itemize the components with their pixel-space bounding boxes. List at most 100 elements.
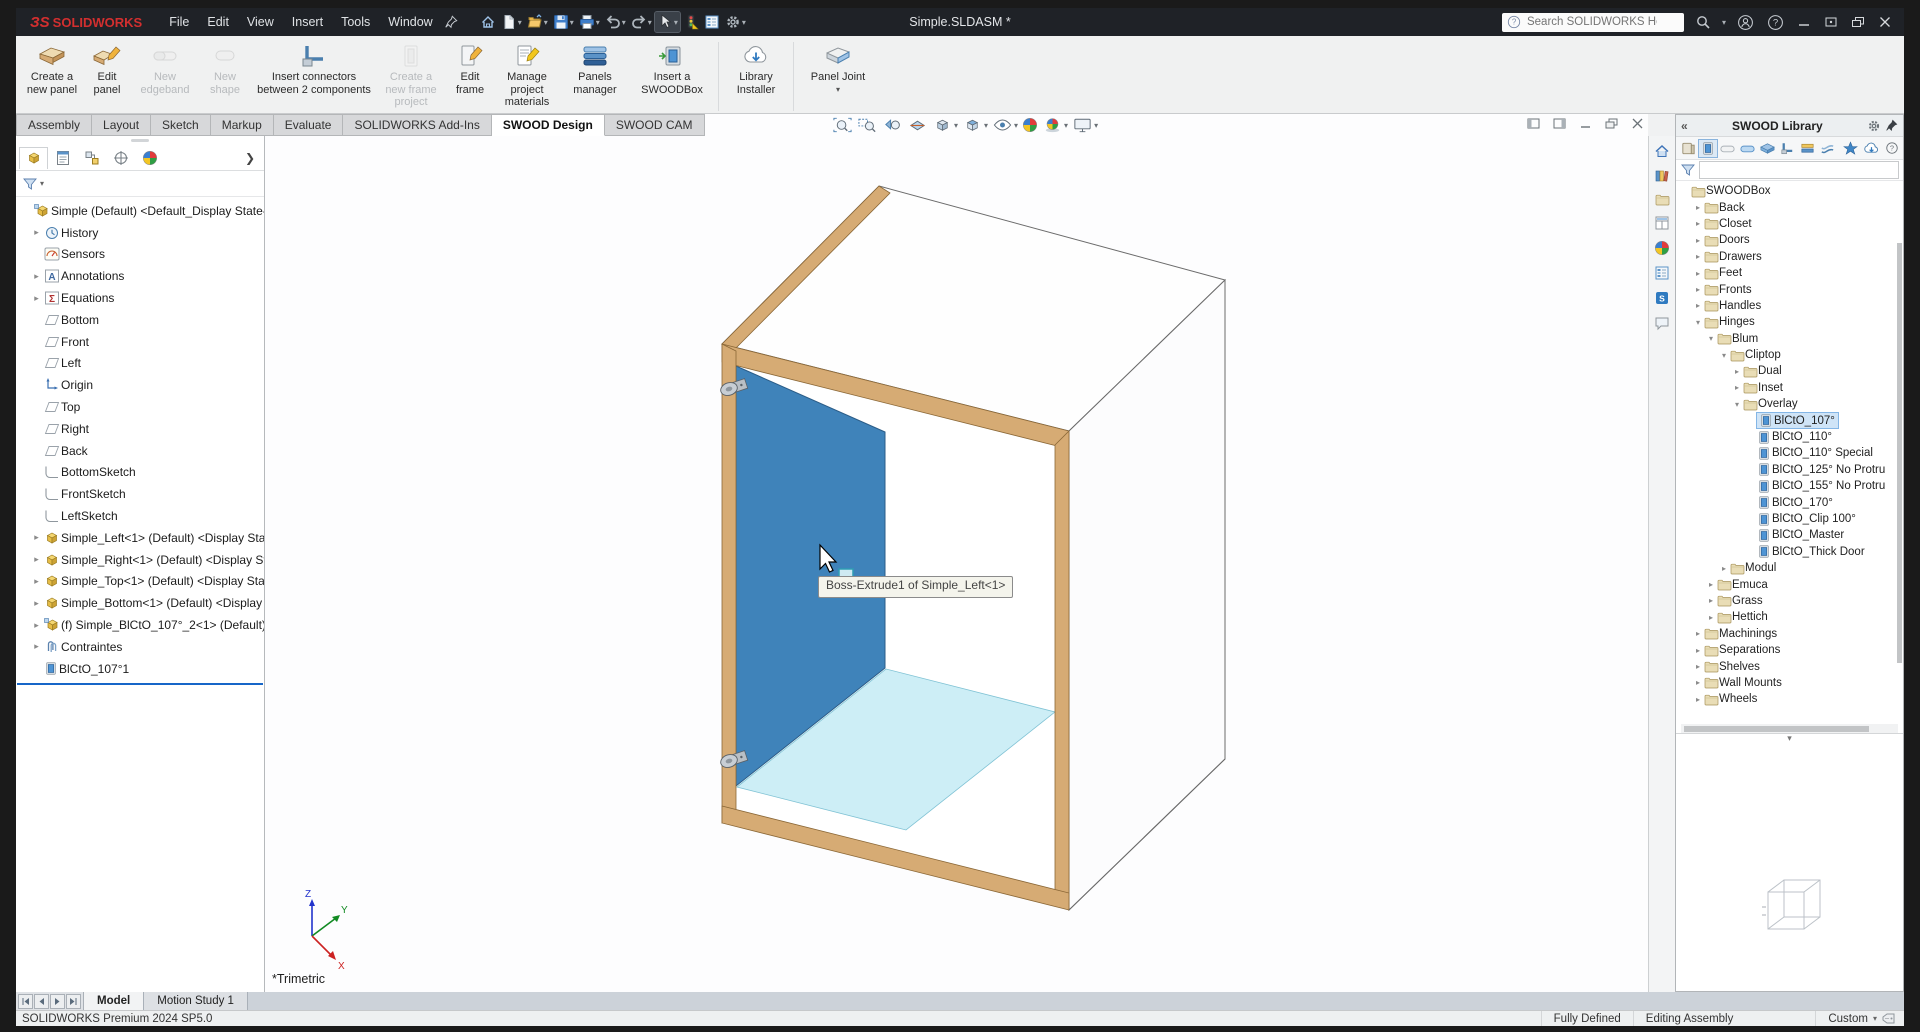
user-account-button[interactable]	[1737, 14, 1754, 31]
tab-layout[interactable]: Layout	[92, 114, 151, 136]
tree-item-f-simple-blcto-107-2[interactable]: ▸(f) Simple_BlCtO_107°_2<1> (Default) <D…	[16, 614, 264, 636]
menu-tools[interactable]: Tools	[332, 8, 379, 36]
home-button[interactable]	[478, 12, 498, 32]
tree-item-simple-default-defaul[interactable]: Simple (Default) <Default_Display State-…	[16, 200, 264, 222]
tab-swood-cam[interactable]: SWOOD CAM	[605, 114, 705, 136]
doc-tab-motion-study-1[interactable]: Motion Study 1	[144, 992, 248, 1010]
save-button[interactable]: ▾	[551, 12, 576, 32]
tab-swood-design[interactable]: SWOOD Design	[492, 114, 605, 136]
expander-icon[interactable]: ▾	[1731, 400, 1743, 409]
library-splitter[interactable]: ▾	[1676, 733, 1903, 745]
dimxpertmanager-tab[interactable]	[106, 147, 135, 169]
expander-icon[interactable]: ▸	[1692, 646, 1704, 655]
search-icon[interactable]	[1695, 14, 1711, 30]
status-custom-selector[interactable]: Custom▾	[1815, 1011, 1904, 1026]
edit-panel-button[interactable]: Edit panel	[82, 40, 132, 98]
open-button[interactable]: ▾	[525, 12, 550, 32]
tree-item-bottom[interactable]: Bottom	[16, 309, 264, 331]
hide-show-items-dropdown-icon[interactable]: ▾	[1014, 121, 1018, 130]
library-item-dual[interactable]: ▸Dual	[1676, 363, 1903, 379]
display-style-dropdown-icon[interactable]: ▾	[984, 121, 988, 130]
tree-item-front[interactable]: Front	[16, 331, 264, 353]
tree-item-simple-right-1-default[interactable]: ▸Simple_Right<1> (Default) <Display Stat…	[16, 549, 264, 571]
collapse-panel-icon[interactable]: «	[1681, 119, 1688, 133]
expander-icon[interactable]: ▸	[1692, 219, 1704, 228]
last-sheet-button[interactable]	[66, 994, 81, 1009]
pin-menubar-icon[interactable]	[444, 15, 458, 29]
library-edgebands-button[interactable]	[1718, 140, 1737, 157]
library-item-wheels[interactable]: ▸Wheels	[1676, 691, 1903, 707]
expander-icon[interactable]: ▾	[1692, 318, 1704, 327]
library-item-blcto-125-no-protru[interactable]: BlCtO_125° No Protru	[1676, 462, 1903, 478]
library-scrollbar[interactable]	[1897, 243, 1902, 663]
expander-icon[interactable]: ▸	[1692, 629, 1704, 638]
menu-view[interactable]: View	[238, 8, 283, 36]
insert-a-swoodbox-button[interactable]: Insert a SWOODBox	[630, 40, 714, 98]
appearances-scenes-button[interactable]	[1654, 240, 1670, 256]
options-button[interactable]: ▾	[723, 12, 748, 32]
tree-item-frontsketch[interactable]: FrontSketch	[16, 483, 264, 505]
expander-icon[interactable]: ▸	[30, 532, 43, 543]
library-pin-icon[interactable]	[1885, 119, 1898, 132]
library-settings-icon[interactable]	[1867, 119, 1881, 133]
view-orientation-button[interactable]: ▾	[931, 115, 959, 135]
help-search[interactable]: ?	[1502, 13, 1684, 32]
filter-funnel-icon[interactable]	[22, 177, 38, 191]
library-item-separations[interactable]: ▸Separations	[1676, 642, 1903, 658]
menu-file[interactable]: File	[160, 8, 198, 36]
expander-icon[interactable]: ▸	[30, 227, 43, 238]
tree-item-back[interactable]: Back	[16, 440, 264, 462]
library-installer-button[interactable]: Library Installer	[723, 40, 789, 98]
cascade-button[interactable]	[1851, 16, 1865, 28]
apply-scene-dropdown-icon[interactable]: ▾	[1064, 121, 1068, 130]
new-document-dropdown-icon[interactable]: ▾	[518, 18, 522, 27]
favorites-button[interactable]	[1842, 140, 1859, 156]
front-right-wood-edge[interactable]	[1055, 431, 1069, 910]
viewport-close-button[interactable]	[1631, 118, 1644, 129]
hide-show-items-button[interactable]: ▾	[991, 115, 1019, 135]
library-item-doors[interactable]: ▸Doors	[1676, 232, 1903, 248]
close-button[interactable]	[1878, 16, 1892, 28]
solidworks-resources-button[interactable]	[1654, 143, 1670, 159]
graphics-viewport[interactable]: ▾ ▾ ▾ ▾ ▾	[265, 114, 1648, 992]
panel-grip[interactable]	[16, 136, 264, 145]
rollback-bar[interactable]	[17, 683, 263, 685]
library-item-cliptop[interactable]: ▾Cliptop	[1676, 347, 1903, 363]
library-panels-button[interactable]	[1679, 140, 1698, 157]
tree-item-annotations[interactable]: ▸AAnnotations	[16, 265, 264, 287]
select-dropdown-icon[interactable]: ▾	[674, 18, 678, 27]
library-item-blcto-master[interactable]: BlCtO_Master	[1676, 527, 1903, 543]
propertymanager-tab[interactable]	[48, 147, 77, 169]
viewport-restore-button[interactable]	[1605, 118, 1618, 129]
library-laminates-button[interactable]	[1738, 140, 1757, 157]
library-item-modul[interactable]: ▸Modul	[1676, 560, 1903, 576]
tree-item-contraintes[interactable]: ▸Contraintes	[16, 636, 264, 658]
tree-item-right[interactable]: Right	[16, 418, 264, 440]
view-settings-dropdown-icon[interactable]: ▾	[1094, 121, 1098, 130]
library-swoodbox-button[interactable]	[1699, 140, 1717, 157]
library-item-feet[interactable]: ▸Feet	[1676, 265, 1903, 281]
tab-markup[interactable]: Markup	[211, 114, 274, 136]
apply-scene-button[interactable]: ▾	[1041, 115, 1069, 135]
custom-properties-button[interactable]	[1654, 265, 1670, 281]
expander-icon[interactable]: ▸	[1692, 678, 1704, 687]
configurationmanager-tab[interactable]	[77, 147, 106, 169]
menu-window[interactable]: Window	[379, 8, 441, 36]
next-sheet-button[interactable]	[50, 994, 65, 1009]
tab-evaluate[interactable]: Evaluate	[274, 114, 344, 136]
library-profiles-button[interactable]	[1818, 140, 1837, 157]
tag-icon[interactable]	[1882, 1013, 1896, 1025]
expander-icon[interactable]: ▸	[1731, 367, 1743, 376]
library-item-shelves[interactable]: ▸Shelves	[1676, 658, 1903, 674]
tree-item-sensors[interactable]: Sensors	[16, 244, 264, 266]
library-item-blcto-110[interactable]: BlCtO_110°	[1676, 429, 1903, 445]
manage-project-materials-button[interactable]: Manage project materials	[494, 40, 560, 111]
download-libraries-button[interactable]	[1862, 140, 1881, 156]
swood-panel-button[interactable]: S	[1654, 290, 1670, 306]
expander-icon[interactable]: ▸	[30, 554, 43, 565]
doc-tab-model[interactable]: Model	[84, 992, 144, 1010]
library-item-fronts[interactable]: ▸Fronts	[1676, 281, 1903, 297]
tree-item-bottomsketch[interactable]: BottomSketch	[16, 462, 264, 484]
expander-icon[interactable]: ▸	[1692, 236, 1704, 245]
undo-dropdown-icon[interactable]: ▾	[622, 18, 626, 27]
